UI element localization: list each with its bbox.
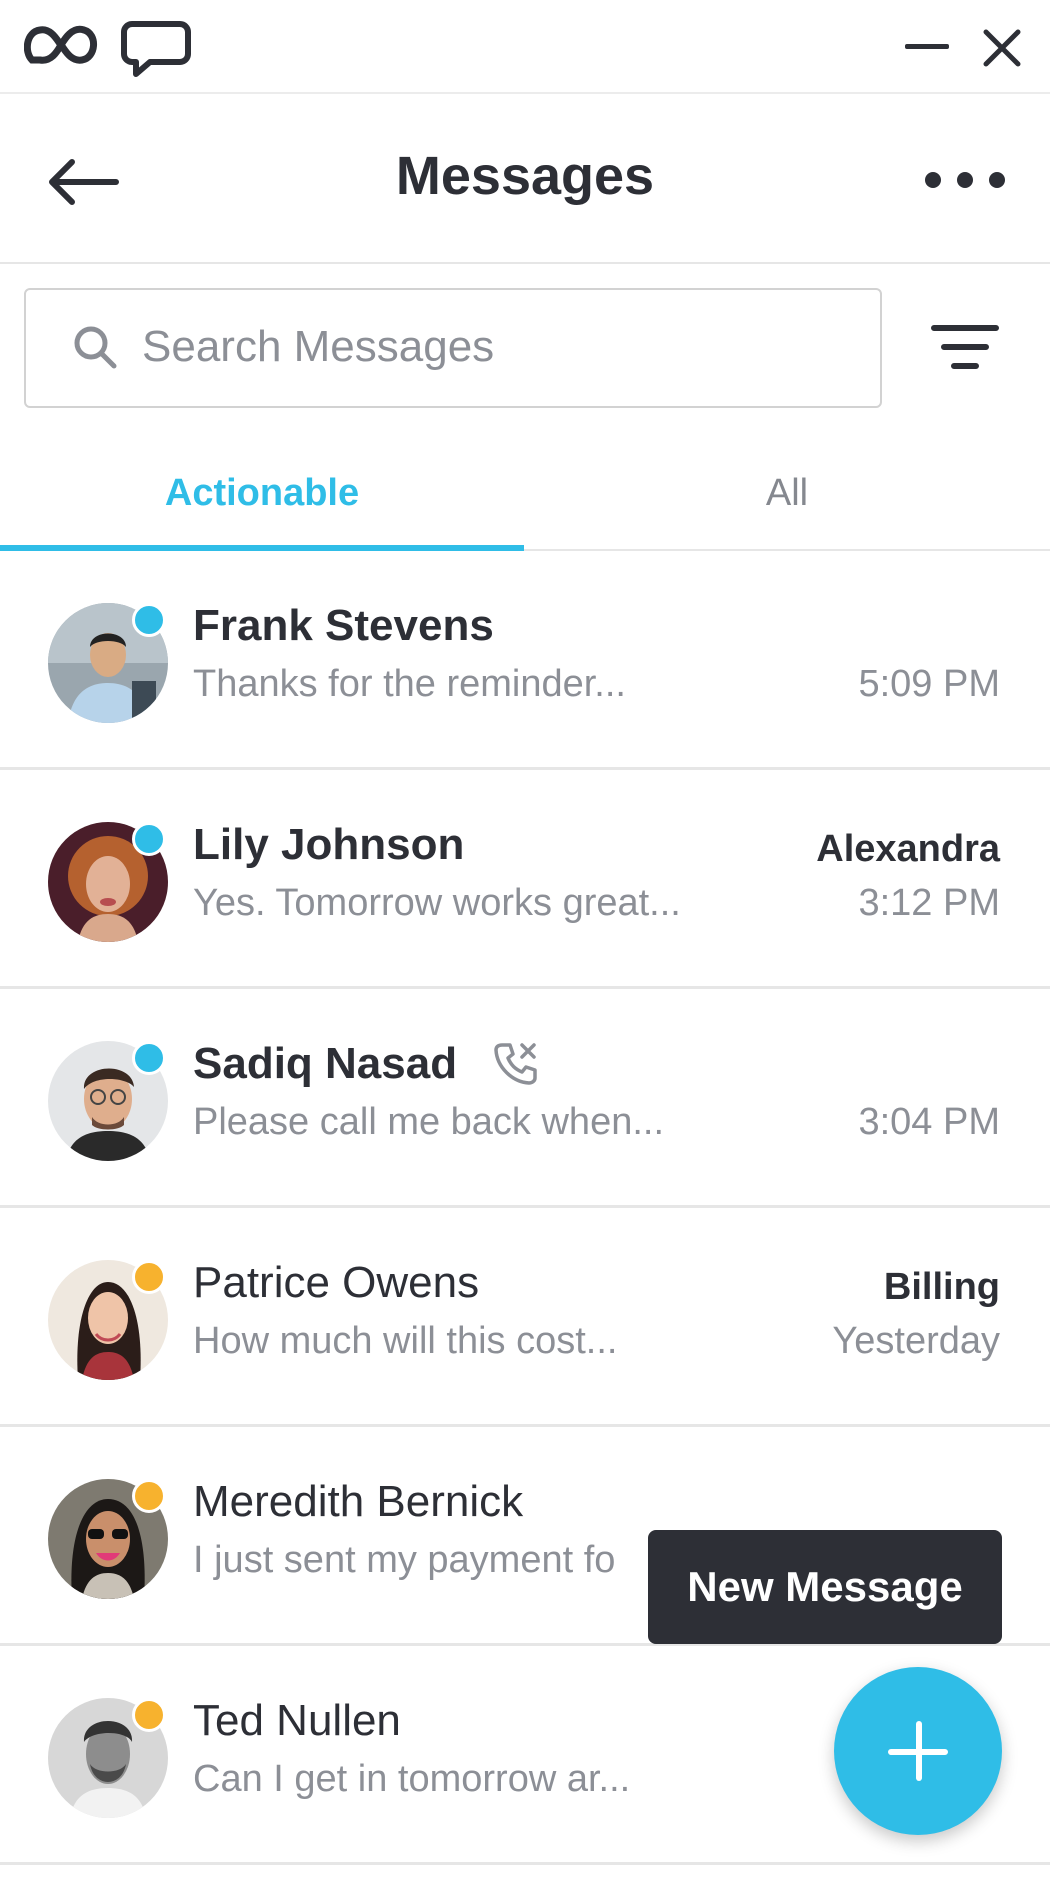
away-status-dot <box>132 1479 166 1513</box>
new-message-tooltip: New Message <box>648 1530 1002 1644</box>
dot-icon <box>925 172 941 188</box>
message-time: 5:09 PM <box>858 663 1000 705</box>
online-status-dot <box>132 822 166 856</box>
online-status-dot <box>132 1041 166 1075</box>
conversation-row[interactable]: Lily Johnson Yes. Tomorrow works great..… <box>0 770 1050 989</box>
assignee-label: Alexandra <box>816 828 1000 870</box>
assignee-label: Billing <box>883 1266 1000 1308</box>
missed-call-icon <box>494 1043 537 1085</box>
chat-bubble-icon[interactable] <box>120 20 192 78</box>
conversation-row[interactable]: Frank Stevens Thanks for the reminder...… <box>0 551 1050 770</box>
message-preview: How much will this cost... <box>193 1320 618 1362</box>
page-title: Messages <box>395 146 655 206</box>
minimize-button[interactable] <box>905 44 949 49</box>
message-preview: Yes. Tomorrow works great... <box>193 882 681 924</box>
contact-name: Lily Johnson <box>193 820 465 869</box>
message-time: 3:04 PM <box>858 1101 1000 1143</box>
message-time: Yesterday <box>832 1320 1000 1362</box>
close-icon[interactable] <box>980 26 1024 70</box>
contact-name: Meredith Bernick <box>193 1477 524 1526</box>
tab-all[interactable]: All <box>524 460 1050 550</box>
conversation-row[interactable]: Sadiq Nasad Please call me back when... … <box>0 989 1050 1208</box>
message-time: 3:12 PM <box>858 882 1000 924</box>
message-preview: Please call me back when... <box>193 1101 665 1143</box>
message-preview: I just sent my payment fo <box>193 1539 616 1581</box>
conversation-row[interactable]: Patrice Owens How much will this cost...… <box>0 1208 1050 1427</box>
contact-name: Patrice Owens <box>193 1258 480 1307</box>
contact-name: Frank Stevens <box>193 601 494 650</box>
new-message-button[interactable] <box>834 1667 1002 1835</box>
search-input[interactable] <box>142 314 862 380</box>
app-logo-icon <box>24 25 97 64</box>
message-preview: Can I get in tomorrow ar... <box>193 1758 631 1800</box>
filter-icon[interactable] <box>930 322 1000 372</box>
dot-icon <box>989 172 1005 188</box>
message-preview: Thanks for the reminder... <box>193 663 626 705</box>
contact-name: Ted Nullen <box>193 1696 401 1745</box>
tab-actionable[interactable]: Actionable <box>0 460 524 550</box>
away-status-dot <box>132 1260 166 1294</box>
contact-name: Sadiq Nasad <box>193 1039 458 1088</box>
away-status-dot <box>132 1698 166 1732</box>
search-icon <box>74 326 117 369</box>
online-status-dot <box>132 603 166 637</box>
more-options-button[interactable] <box>925 172 1005 192</box>
dot-icon <box>957 172 973 188</box>
